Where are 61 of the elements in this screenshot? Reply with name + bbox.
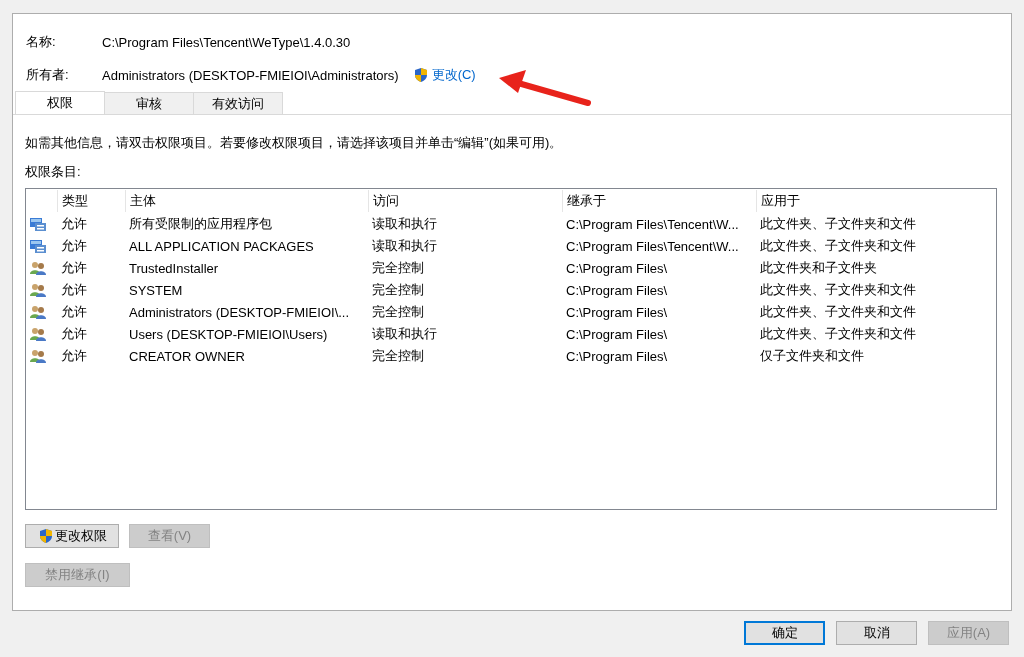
table-cell-text: C:\Program Files\ xyxy=(565,304,669,320)
button[interactable]: 取消 xyxy=(836,621,917,645)
table-cell-text: 仅子文件夹和文件 xyxy=(759,347,865,365)
table-cell-text: C:\Program Files\Tencent\W... xyxy=(565,216,740,232)
button[interactable]: 更改权限 xyxy=(25,524,119,548)
table-cell-text: ALL APPLICATION PACKAGES xyxy=(128,238,315,254)
column-header[interactable]: 类型 xyxy=(57,190,125,212)
table-cell-text: 此文件夹和子文件夹 xyxy=(759,259,878,277)
table-cell-text: 完全控制 xyxy=(371,303,425,321)
table-cell-text: Users (DESKTOP-FMIEIOI\Users) xyxy=(128,326,329,342)
table-cell-text: 读取和执行 xyxy=(371,215,438,233)
table-cell-text: 完全控制 xyxy=(371,347,425,365)
table-cell-text: C:\Program Files\Tencent\W... xyxy=(565,238,740,254)
table-cell-text: 此文件夹、子文件夹和文件 xyxy=(759,215,917,233)
table-cell-text: 允许 xyxy=(60,281,88,299)
column-header[interactable]: 访问 xyxy=(368,190,562,212)
table-cell-text: 读取和执行 xyxy=(371,237,438,255)
table-cell-text: 此文件夹、子文件夹和文件 xyxy=(759,237,917,255)
table-cell-text: SYSTEM xyxy=(128,282,184,298)
table-cell-text: 此文件夹、子文件夹和文件 xyxy=(759,281,917,299)
column-header[interactable]: 主体 xyxy=(125,190,368,212)
table-cell-text: C:\Program Files\ xyxy=(565,282,669,298)
field-label: 名称: xyxy=(26,33,57,51)
table-cell-text: C:\Program Files\ xyxy=(565,326,669,342)
column-header[interactable]: 应用于 xyxy=(756,190,996,212)
button[interactable]: 确定 xyxy=(744,621,825,645)
table-cell-text: 允许 xyxy=(60,303,88,321)
table-cell-text: 允许 xyxy=(60,259,88,277)
table-cell-text: 允许 xyxy=(60,215,88,233)
owner-name: Administrators (DESKTOP-FMIEIOI\Administrators) xyxy=(102,67,399,83)
package-icon xyxy=(29,238,47,254)
table-cell-text: Administrators (DESKTOP-FMIEIOI\... xyxy=(128,304,351,320)
tab[interactable]: 审核 xyxy=(104,92,194,114)
object-path: C:\Program Files\Tencent\WeType\1.4.0.30 xyxy=(102,34,351,50)
package-icon xyxy=(29,216,47,232)
table-cell-text: 读取和执行 xyxy=(371,325,438,343)
table-cell-text: 所有受限制的应用程序包 xyxy=(128,215,273,233)
table-cell-text: 完全控制 xyxy=(371,259,425,277)
table-cell-text: 允许 xyxy=(60,325,88,343)
field-label: 所有者: xyxy=(26,66,70,84)
info-text: 如需其他信息，请双击权限项目。若要修改权限项目，请选择该项目并单击“编辑”(如果可用)。 xyxy=(25,134,564,152)
user-group-icon xyxy=(29,282,47,298)
table-cell-text: 允许 xyxy=(60,237,88,255)
change-owner-link[interactable]: 更改(C) xyxy=(412,66,476,84)
tab[interactable]: 权限 xyxy=(15,91,105,114)
section-label: 权限条目: xyxy=(25,163,82,181)
user-group-icon xyxy=(29,348,47,364)
table-cell-text: 此文件夹、子文件夹和文件 xyxy=(759,325,917,343)
user-group-icon xyxy=(29,326,47,342)
user-group-icon xyxy=(29,304,47,320)
table-cell-text: 完全控制 xyxy=(371,281,425,299)
shield-icon xyxy=(412,67,429,83)
tab[interactable]: 有效访问 xyxy=(193,92,283,114)
table-cell-text: C:\Program Files\ xyxy=(565,348,669,364)
table-cell-text: CREATOR OWNER xyxy=(128,348,246,364)
table-cell-text: TrustedInstaller xyxy=(128,260,220,276)
table-cell-text: 此文件夹、子文件夹和文件 xyxy=(759,303,917,321)
table-cell-text: C:\Program Files\ xyxy=(565,260,669,276)
column-header[interactable]: 继承于 xyxy=(562,190,756,212)
table-cell-text: 允许 xyxy=(60,347,88,365)
user-group-icon xyxy=(29,260,47,276)
